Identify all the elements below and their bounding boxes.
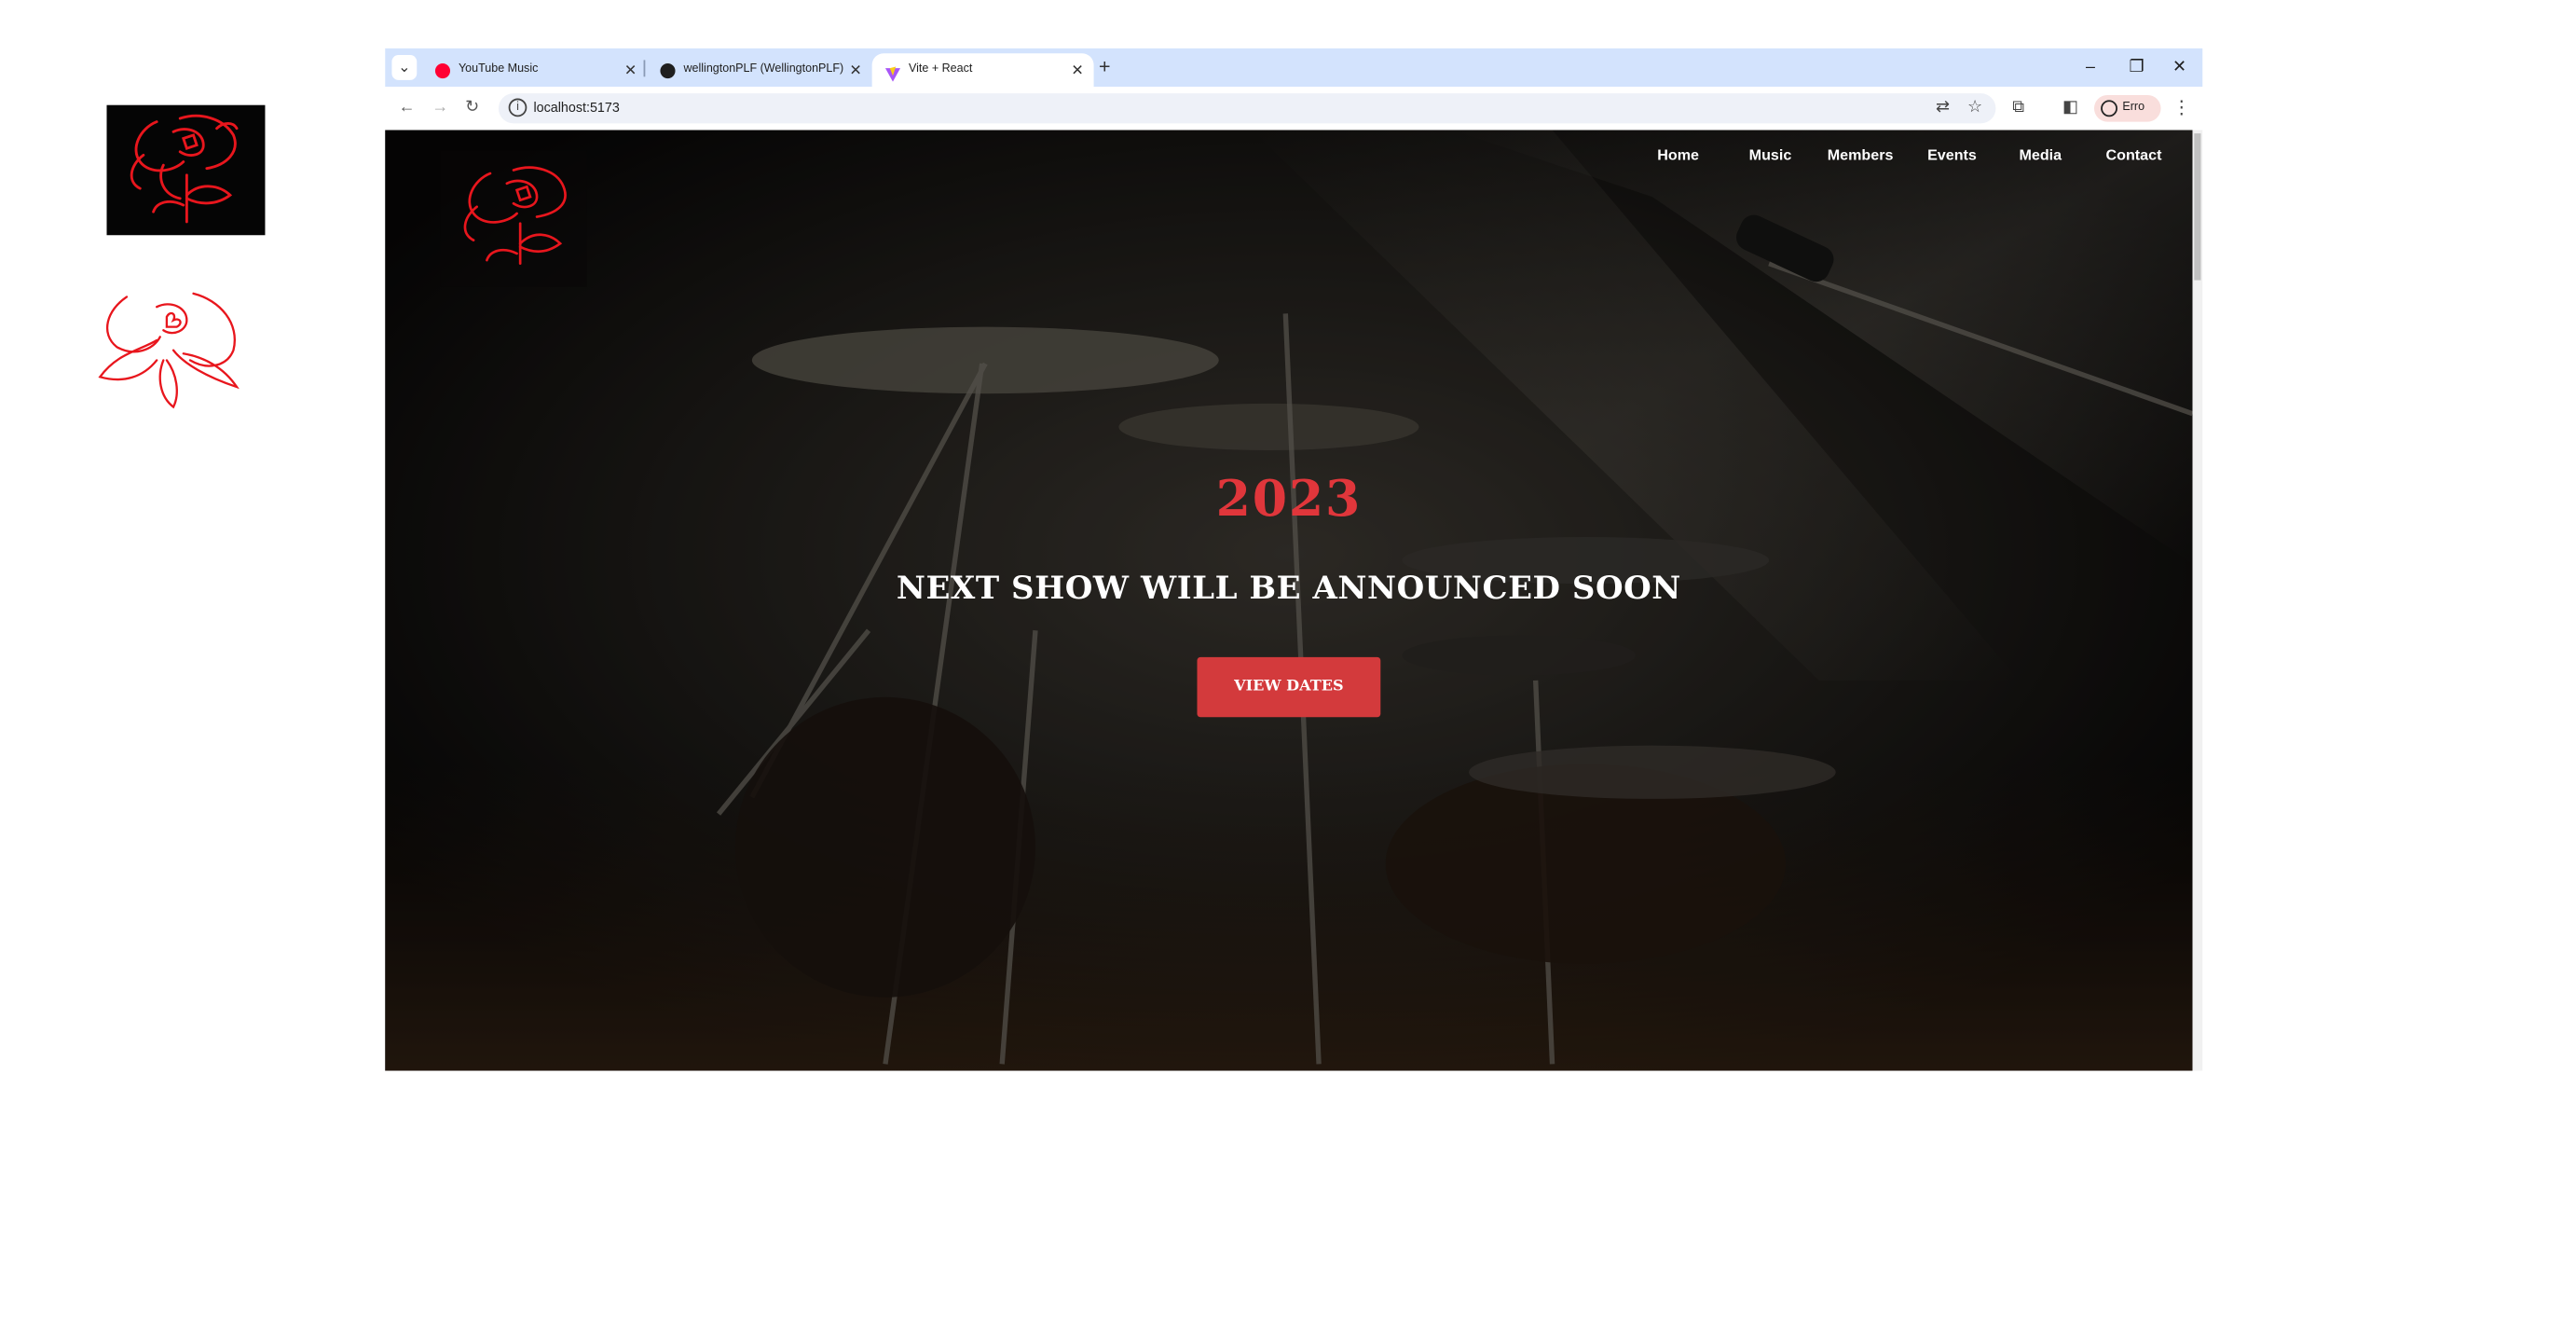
site-navigation: Home Music Members Events Media Contact (385, 146, 2192, 170)
rose-logo-icon (130, 114, 239, 224)
browser-menu-icon[interactable]: ⋮ (2172, 95, 2191, 122)
rose-logo-image-dark (106, 104, 266, 236)
minimize-icon[interactable]: – (2086, 55, 2095, 80)
rose-outline-icon (98, 292, 240, 409)
tab-label: wellingtonPLF (WellingtonPLF) (683, 62, 844, 76)
browser-toolbar: ← → ↻ i localhost:5173 ⇄ ☆ ⧉ ◧ Erro ⋮ (385, 87, 2203, 131)
rose-logo-image-outline (90, 283, 244, 417)
profile-avatar-icon (2101, 100, 2118, 117)
vite-icon (884, 63, 901, 82)
profile-button[interactable]: Erro (2093, 94, 2161, 122)
scrollbar-thumb[interactable] (2194, 133, 2201, 281)
view-dates-button[interactable]: VIEW DATES (1197, 656, 1381, 718)
nav-link-media[interactable]: Media (2019, 146, 2062, 163)
tab-github[interactable]: wellingtonPLF (WellingtonPLF) ✕ (647, 53, 872, 87)
rose-logo-icon (463, 166, 567, 266)
close-window-icon[interactable]: ✕ (2172, 55, 2186, 80)
hero-year: 2023 (1215, 470, 1363, 530)
close-tab-icon[interactable]: ✕ (849, 53, 862, 87)
extensions-icon[interactable]: ⧉ (2012, 95, 2024, 122)
close-tab-icon[interactable]: ✕ (1071, 53, 1084, 87)
hero-title: NEXT SHOW WILL BE ANNOUNCED SOON (896, 570, 1681, 608)
site-info-icon[interactable]: i (508, 98, 528, 117)
reload-icon[interactable]: ↻ (465, 95, 479, 122)
url-text[interactable]: localhost:5173 (533, 93, 619, 123)
profile-label: Erro (2122, 102, 2145, 114)
translate-icon[interactable]: ⇄ (1936, 97, 1950, 120)
github-icon (660, 62, 676, 79)
restore-icon[interactable]: ❐ (2130, 55, 2144, 80)
side-panel-icon[interactable]: ◧ (2062, 95, 2078, 122)
page-scrollbar[interactable] (2192, 130, 2203, 1071)
browser-window: ⌄ YouTube Music ✕ wellingtonPLF (Welling… (385, 48, 2203, 1071)
page-viewport: Home Music Members Events Media Contact … (385, 130, 2193, 1071)
tab-separator (643, 60, 646, 77)
tab-label: Vite + React (908, 62, 973, 76)
tab-strip: ⌄ YouTube Music ✕ wellingtonPLF (Welling… (385, 48, 2203, 88)
nav-link-events[interactable]: Events (1927, 146, 1977, 163)
nav-link-contact[interactable]: Contact (2105, 146, 2161, 163)
site-logo[interactable] (440, 150, 587, 287)
close-tab-icon[interactable]: ✕ (624, 53, 637, 87)
nav-link-members[interactable]: Members (1828, 146, 1894, 163)
tab-label: YouTube Music (458, 62, 539, 76)
tab-youtube-music[interactable]: YouTube Music ✕ (422, 53, 648, 87)
nav-link-home[interactable]: Home (1657, 146, 1699, 163)
tab-vite-react[interactable]: Vite + React ✕ (871, 53, 1094, 88)
youtube-music-icon (434, 62, 451, 79)
tab-search-button[interactable]: ⌄ (391, 55, 418, 80)
nav-link-music[interactable]: Music (1749, 146, 1792, 163)
forward-icon[interactable]: → (432, 95, 448, 122)
bookmark-star-icon[interactable]: ☆ (1967, 97, 1982, 120)
back-icon[interactable]: ← (399, 95, 416, 122)
screen: ⌄ YouTube Music ✕ wellingtonPLF (Welling… (0, 0, 2576, 1335)
address-bar[interactable]: i localhost:5173 ⇄ ☆ (498, 93, 1996, 124)
new-tab-button[interactable]: + (1099, 55, 1111, 80)
